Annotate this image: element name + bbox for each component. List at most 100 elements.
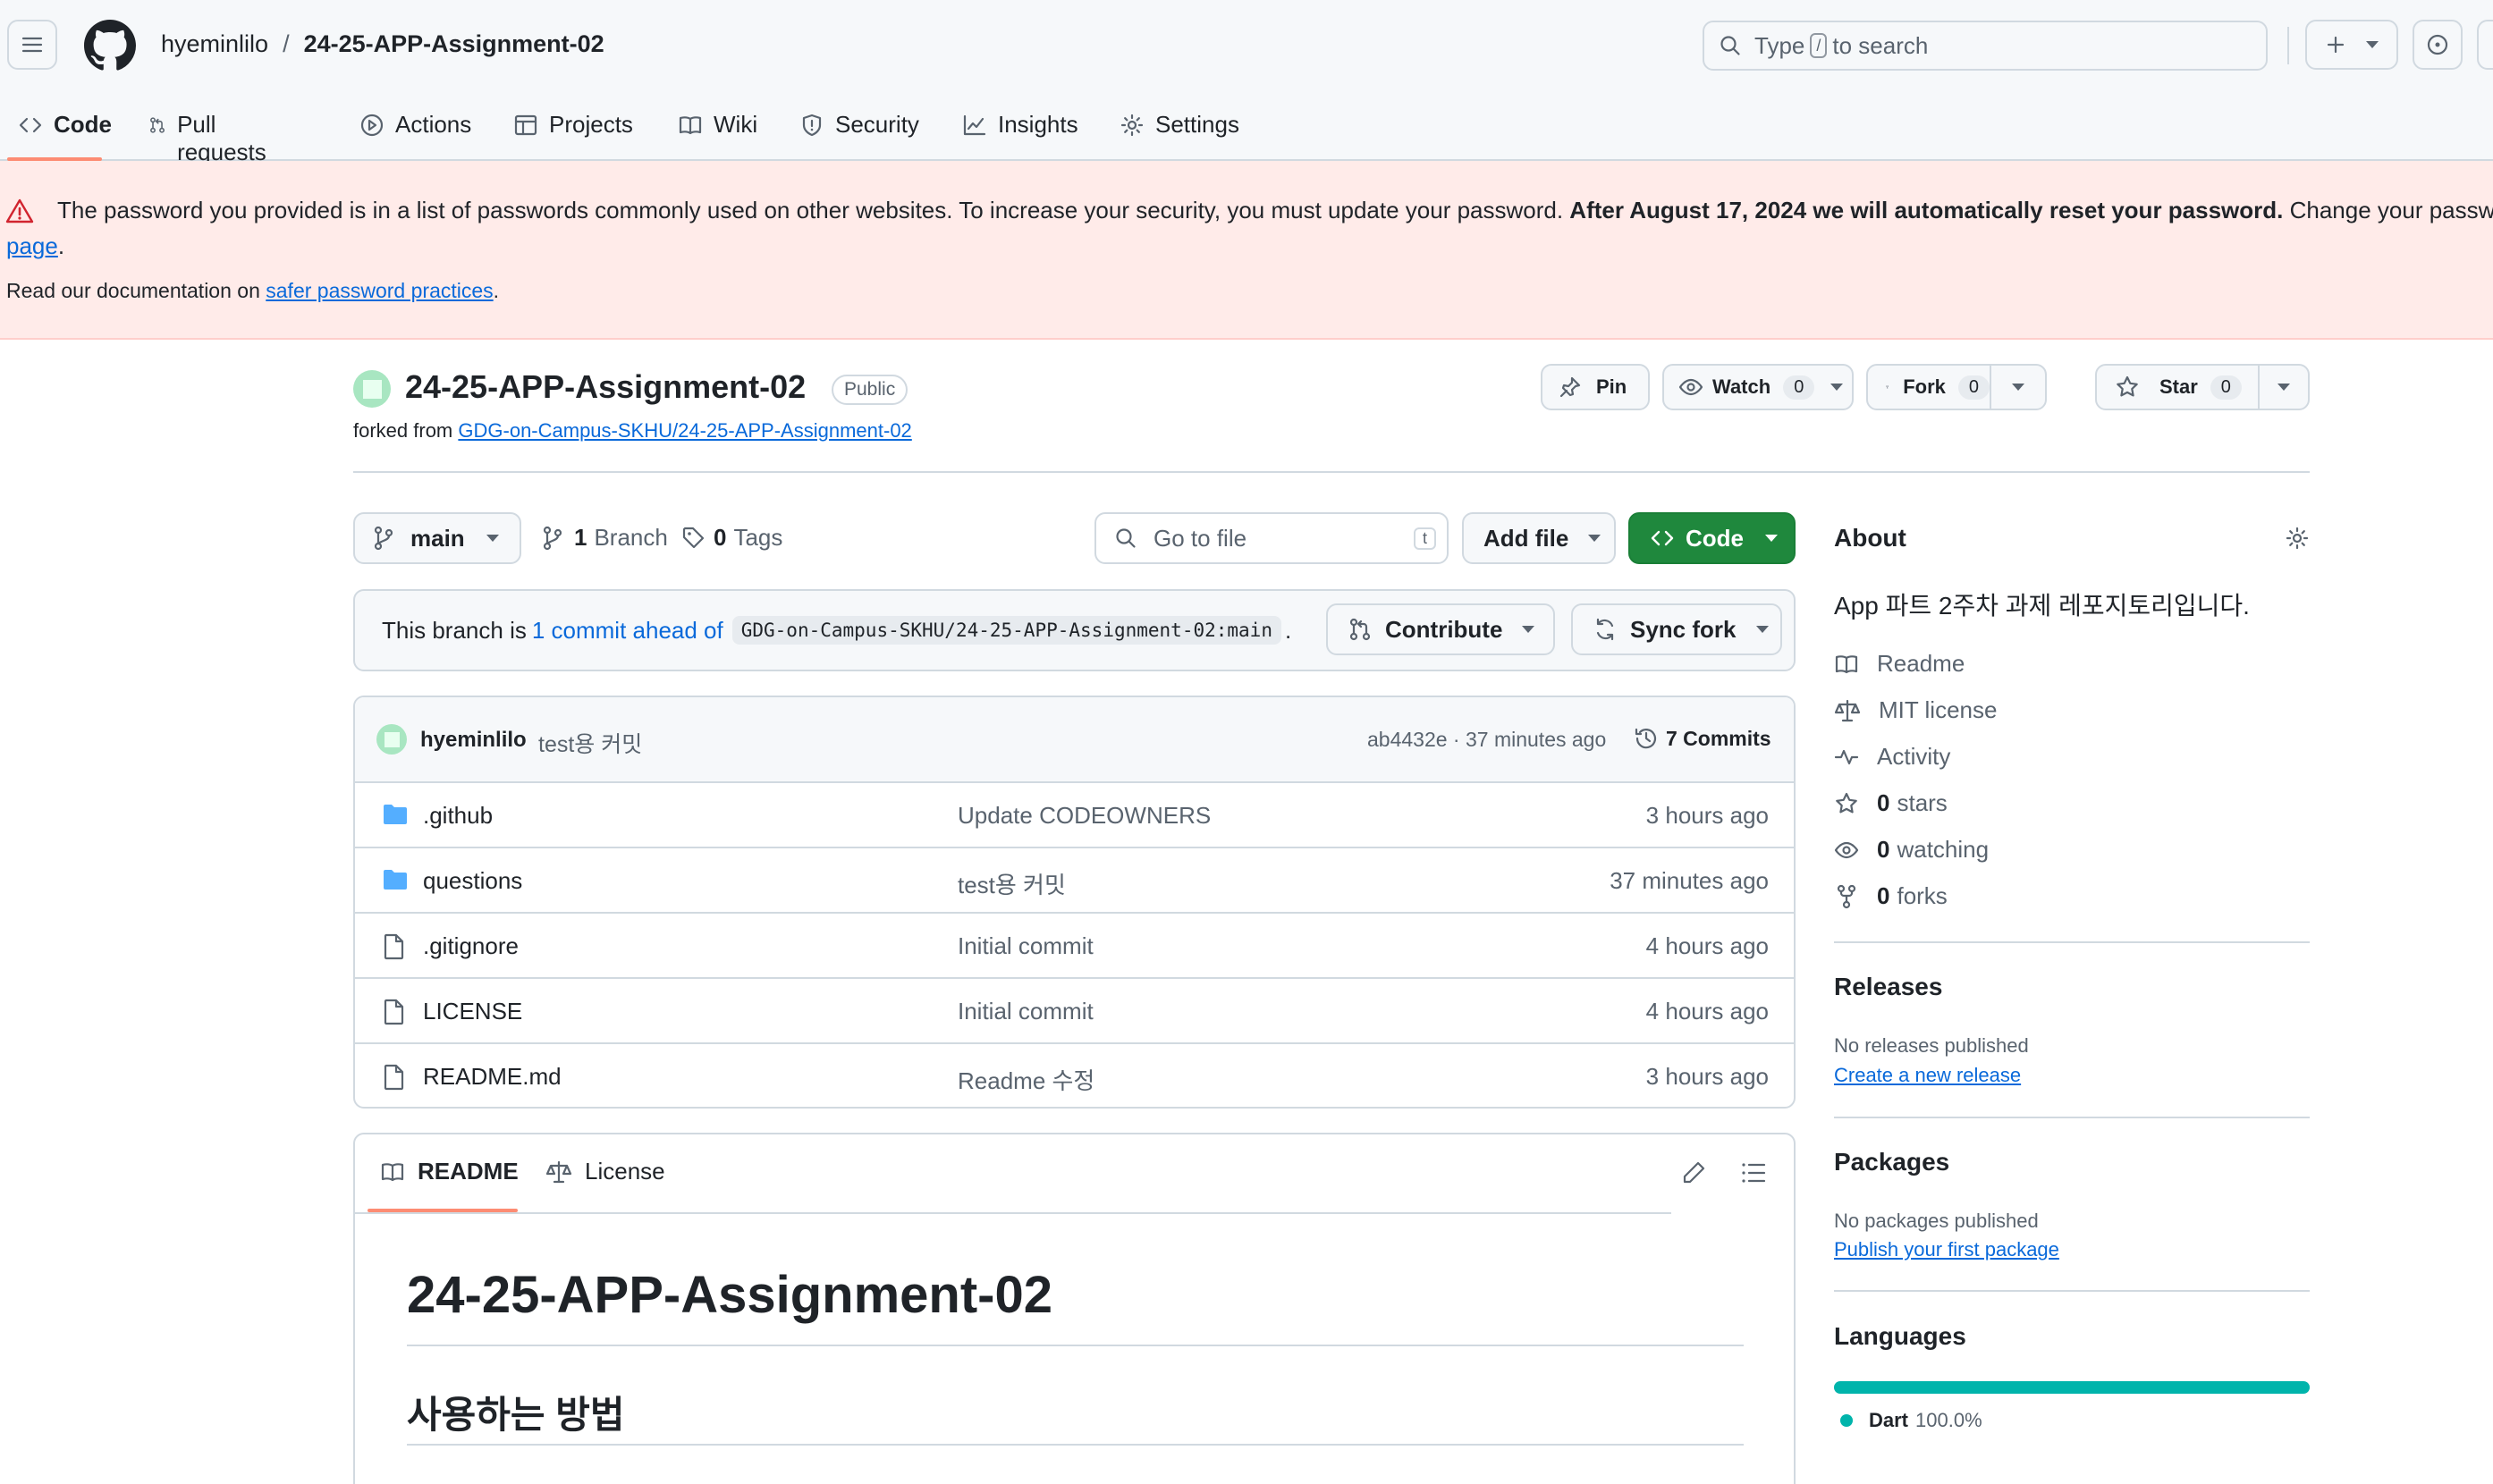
tab-settings[interactable]: Settings (1120, 100, 1239, 161)
commits-history-link[interactable]: 7 Commits (1634, 726, 1771, 751)
file-commit-message[interactable]: Readme 수정 (958, 1063, 1094, 1096)
pencil-icon[interactable] (1680, 1159, 1707, 1186)
menu-button[interactable] (7, 20, 57, 70)
banner-message: The password you provided is in a list o… (57, 197, 2493, 224)
stars-link[interactable]: 0 stars (1834, 789, 1948, 817)
latest-commit-row: hyeminlilo test용 커밋 ab4432e · 37 minutes… (355, 697, 1794, 783)
commit-hash-time[interactable]: ab4432e · 37 minutes ago (1367, 728, 1606, 752)
license-link[interactable]: MIT license (1834, 696, 1997, 724)
watching-label: watching (1897, 836, 1990, 863)
tab-insights[interactable]: Insights (962, 100, 1078, 161)
code-button[interactable]: Code (1628, 512, 1796, 564)
file-commit-message[interactable]: Initial commit (958, 932, 1094, 960)
contribute-button[interactable]: Contribute (1326, 603, 1555, 655)
packages-heading[interactable]: Packages (1834, 1148, 1949, 1176)
commit-author[interactable]: hyeminlilo (420, 728, 527, 753)
law-icon (1834, 699, 1861, 721)
safer-password-link[interactable]: safer password practices (266, 279, 493, 302)
pull-requests-header-button[interactable] (2477, 20, 2493, 70)
change-password-link-cont[interactable]: page (6, 232, 58, 259)
commit-message[interactable]: test용 커밋 (538, 727, 642, 759)
issue-opened-icon (2427, 34, 2448, 55)
file-icon (382, 999, 405, 1025)
tags-link[interactable]: 0 Tags (681, 524, 782, 552)
tab-security-label: Security (835, 111, 919, 138)
repo-title[interactable]: 24-25-APP-Assignment-02 (405, 368, 806, 406)
tab-security[interactable]: Security (799, 100, 919, 161)
readme-h2: 사용하는 방법 (407, 1394, 625, 1436)
file-commit-message[interactable]: Initial commit (958, 998, 1094, 1025)
forked-from: forked from GDG-on-Campus-SKHU/24-25-APP… (353, 419, 912, 443)
watching-link[interactable]: 0 watching (1834, 836, 1989, 864)
history-icon (1635, 728, 1657, 749)
branch-select-button[interactable]: main (353, 512, 521, 564)
file-name[interactable]: .gitignore (423, 932, 519, 960)
file-commit-message[interactable]: test용 커밋 (958, 867, 1066, 900)
file-row[interactable]: .gitignore Initial commit 4 hours ago (355, 914, 1794, 979)
file-table: hyeminlilo test용 커밋 ab4432e · 37 minutes… (353, 696, 1796, 1109)
forks-link[interactable]: 0 forks (1834, 882, 1948, 910)
tab-projects[interactable]: Projects (513, 100, 633, 161)
file-row[interactable]: questions test용 커밋 37 minutes ago (355, 848, 1794, 914)
watch-button[interactable]: Watch 0 (1662, 364, 1854, 410)
github-logo-icon[interactable] (84, 20, 136, 72)
pin-button[interactable]: Pin (1541, 364, 1650, 410)
issues-button[interactable] (2413, 20, 2463, 70)
fork-icon (1886, 385, 1889, 389)
go-to-file-input[interactable]: Go to file t (1094, 512, 1449, 564)
file-name[interactable]: .github (423, 802, 493, 830)
readme-link[interactable]: Readme (1834, 650, 1965, 678)
repo-owner-avatar[interactable] (353, 370, 391, 408)
file-row[interactable]: .github Update CODEOWNERS 3 hours ago (355, 783, 1794, 848)
star-label: Star (2159, 375, 2198, 398)
tab-actions[interactable]: Actions (359, 100, 471, 161)
watch-count: 0 (1783, 375, 1815, 400)
tab-wiki[interactable]: Wiki (678, 100, 757, 161)
create-new-button[interactable] (2305, 20, 2398, 70)
packages-empty-text: No packages published (1834, 1210, 2039, 1232)
upstream-ref[interactable]: GDG-on-Campus-SKHU/24-25-APP-Assignment-… (731, 616, 1281, 645)
tab-code[interactable]: Code (18, 100, 112, 161)
activity-link[interactable]: Activity (1834, 743, 1950, 771)
forked-from-link[interactable]: GDG-on-Campus-SKHU/24-25-APP-Assignment-… (458, 419, 911, 442)
file-commit-message[interactable]: Update CODEOWNERS (958, 802, 1211, 830)
tab-pull-requests[interactable]: Pull requests (148, 100, 274, 165)
file-row[interactable]: README.md Readme 수정 3 hours ago (355, 1044, 1794, 1107)
branches-label: Branch (594, 524, 668, 551)
forks-label: forks (1897, 882, 1948, 909)
fork-dropdown-button[interactable] (1990, 364, 2047, 410)
watching-count: 0 (1877, 836, 1890, 863)
file-row[interactable]: LICENSE Initial commit 4 hours ago (355, 979, 1794, 1044)
language-item-dart[interactable]: Dart 100.0% (1840, 1409, 1982, 1432)
sync-fork-button[interactable]: Sync fork (1571, 603, 1782, 655)
go-to-file-shortcut: t (1413, 527, 1436, 550)
breadcrumb-repo[interactable]: 24-25-APP-Assignment-02 (304, 30, 604, 57)
search-input[interactable]: Type / to search (1703, 21, 2268, 71)
add-file-button[interactable]: Add file (1462, 512, 1616, 564)
file-name[interactable]: LICENSE (423, 998, 522, 1025)
tab-readme[interactable]: README (380, 1158, 519, 1185)
book-icon (381, 1162, 404, 1181)
banner-period: . (57, 232, 65, 259)
star-list-dropdown-button[interactable] (2258, 364, 2310, 410)
file-name[interactable]: README.md (423, 1063, 562, 1091)
publish-package-link[interactable]: Publish your first package (1834, 1238, 2059, 1261)
file-name[interactable]: questions (423, 867, 522, 895)
tab-license[interactable]: License (545, 1158, 665, 1185)
list-unordered-icon[interactable] (1741, 1161, 1766, 1185)
star-button[interactable]: Star 0 (2095, 364, 2260, 410)
breadcrumb-owner[interactable]: hyeminlilo (161, 30, 268, 57)
gear-icon[interactable] (2285, 526, 2310, 551)
commit-author-avatar[interactable] (376, 724, 407, 755)
branch-status-text: This branch is 1 commit ahead of GDG-on-… (382, 616, 1291, 645)
commits-ahead-link[interactable]: 1 commit ahead of (532, 617, 723, 645)
folder-icon (382, 868, 409, 891)
language-bar-dart (1834, 1381, 2310, 1394)
fork-button[interactable]: Fork 0 (1866, 364, 1991, 410)
eye-icon (1678, 378, 1703, 396)
table-icon (514, 114, 537, 136)
create-release-link[interactable]: Create a new release (1834, 1064, 2021, 1087)
branches-link[interactable]: 1 Branch (542, 524, 668, 552)
fork-label: Fork (1903, 375, 1946, 398)
releases-heading[interactable]: Releases (1834, 973, 1942, 1001)
